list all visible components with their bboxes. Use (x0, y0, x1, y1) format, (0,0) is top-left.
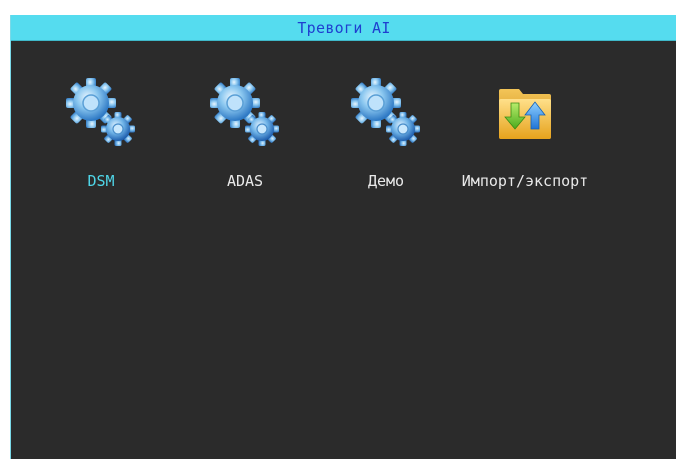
page-title: Тревоги AI (297, 18, 391, 37)
ai-alarms-screen: Тревоги AI DSM ADAS Демо Импорт/экспорт (10, 15, 676, 459)
gears-icon (66, 78, 135, 146)
menu-item-import-export[interactable]: Импорт/экспорт (435, 75, 615, 215)
menu-item-label: Импорт/экспорт (461, 172, 589, 190)
gears-icon (210, 78, 279, 146)
gears-icon (351, 78, 420, 146)
title-bar: Тревоги AI (11, 15, 676, 41)
folder-import-export-icon (499, 89, 551, 139)
